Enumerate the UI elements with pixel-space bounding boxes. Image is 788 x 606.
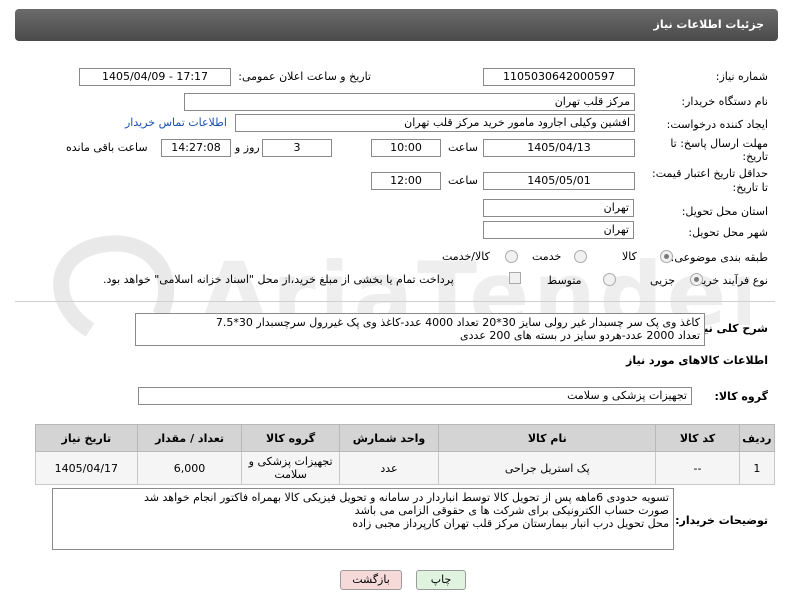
goods-group-field: تجهیزات پزشکی و سلامت [138, 387, 692, 405]
back-button[interactable]: بازگشت [340, 570, 402, 590]
goods-table: ردیف کد کالا نام کالا واحد شمارش گروه کا… [35, 424, 776, 485]
print-button[interactable]: چاپ [416, 570, 466, 590]
summary-textarea[interactable]: کاغذ وی پک سر چسبدار غیر رولی سایز 30*20… [135, 313, 705, 346]
process-radio-medium[interactable] [603, 273, 616, 286]
buyer-notes-line-2: صورت حساب الکترونیکی برای شرکت ها ی حقوق… [354, 504, 669, 517]
summary-line-2: تعداد 2000 عدد-هردو سایز در بسته های 200… [460, 329, 700, 342]
buyer-notes-label: توضیحات خریدار: [675, 514, 768, 527]
cell-row: 1 [738, 451, 776, 485]
buyer-notes-textarea[interactable]: تسویه حدودی 6ماهه پس از تحویل کالا توسط … [52, 488, 674, 550]
category-radio-goods[interactable] [660, 250, 673, 263]
city-field: تهران [483, 221, 634, 239]
divider [15, 301, 775, 302]
creator-label: ایجاد کننده درخواست: [666, 118, 768, 131]
cell-group: تجهیزات پزشکی و سلامت [241, 451, 340, 485]
day-label: روز و [235, 141, 260, 154]
validity-time-label: ساعت [448, 174, 478, 187]
col-quantity: تعداد / مقدار [136, 424, 243, 452]
need-number-label: شماره نیاز: [715, 70, 768, 83]
col-name: نام کالا [438, 424, 657, 452]
validity-date-field: 1405/05/01 [483, 172, 635, 190]
category-option-goods-service: کالا/خدمت [442, 250, 490, 263]
page-title: جزئیات اطلاعات نیاز [653, 18, 765, 31]
contact-info-link[interactable]: اطلاعات تماس خریدار [125, 116, 227, 129]
validity-label-2: تا تاریخ: [732, 181, 768, 194]
col-row: ردیف [738, 424, 776, 452]
cell-code: -- [655, 451, 740, 485]
remaining-label: ساعت باقی مانده [66, 141, 148, 154]
table-row: 1 -- پک استریل جراحی عدد تجهیزات پزشکی و… [35, 451, 776, 485]
cell-quantity: 6,000 [136, 451, 243, 485]
summary-line-1: کاغذ وی پک سر چسبدار غیر رولی سایز 30*20… [215, 316, 700, 329]
creator-field: افشین وکیلی اجارود مامور خرید مرکز قلب ت… [235, 114, 635, 132]
cell-date: 1405/04/17 [35, 451, 138, 485]
table-header-row: ردیف کد کالا نام کالا واحد شمارش گروه کا… [35, 424, 776, 452]
reply-date-field: 1405/04/13 [483, 139, 635, 157]
buyer-org-field: مرکز قلب تهران [184, 93, 635, 111]
remaining-time-field: 14:27:08 [161, 139, 231, 157]
province-label: استان محل تحویل: [681, 205, 768, 218]
cell-unit: عدد [338, 451, 440, 485]
city-label: شهر محل تحویل: [688, 226, 768, 239]
page-header: جزئیات اطلاعات نیاز [15, 9, 778, 41]
process-option-medium: متوسط [547, 274, 582, 287]
validity-label: حداقل تاریخ اعتبار قیمت: [652, 167, 768, 180]
category-radio-service[interactable] [574, 250, 587, 263]
need-number-field: 1105030642000597 [483, 68, 635, 86]
process-radio-minor[interactable] [690, 273, 703, 286]
reply-deadline-label-2: تاریخ: [742, 150, 768, 163]
cell-name: پک استریل جراحی [438, 451, 657, 485]
province-field: تهران [483, 199, 634, 217]
announce-field: 1405/04/09 - 17:17 [79, 68, 231, 86]
goods-group-label: گروه کالا: [714, 390, 768, 403]
payment-note: پرداخت تمام یا بخشی از مبلغ خرید،از محل … [103, 273, 454, 286]
category-option-goods: کالا [622, 250, 637, 263]
reply-deadline-label: مهلت ارسال پاسخ: تا [670, 137, 768, 150]
goods-info-title: اطلاعات کالاهای مورد نیاز [626, 354, 768, 367]
col-code: کد کالا [655, 424, 740, 452]
days-field: 3 [262, 139, 332, 157]
announce-label: تاریخ و ساعت اعلان عمومی: [238, 70, 371, 83]
category-label: طبقه بندی موضوعی: [670, 251, 768, 264]
category-option-service: خدمت [532, 250, 562, 263]
buyer-org-label: نام دستگاه خریدار: [681, 95, 768, 108]
buyer-notes-line-3: محل تحویل درب انبار بیمارستان مرکز قلب ت… [352, 517, 669, 530]
category-radio-goods-service[interactable] [505, 250, 518, 263]
col-group: گروه کالا [241, 424, 340, 452]
col-unit: واحد شمارش [338, 424, 440, 452]
process-option-minor: جزیی [650, 274, 676, 287]
reply-time-label: ساعت [448, 141, 478, 154]
reply-time-field: 10:00 [371, 139, 441, 157]
validity-time-field: 12:00 [371, 172, 441, 190]
buyer-notes-line-1: تسویه حدودی 6ماهه پس از تحویل کالا توسط … [144, 491, 669, 504]
col-date: تاریخ نیاز [35, 424, 138, 452]
payment-checkbox[interactable] [509, 272, 521, 284]
